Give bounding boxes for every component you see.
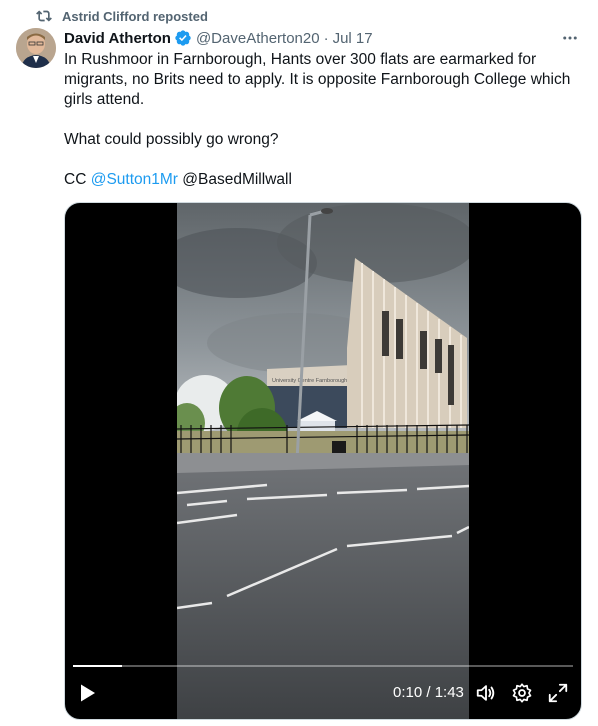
gear-icon <box>512 683 532 703</box>
author-name[interactable]: David Atherton <box>64 30 171 47</box>
mention-basedmillwall: @BasedMillwall <box>182 171 292 188</box>
fullscreen-icon <box>548 683 568 703</box>
tweet-paragraph-1: In Rushmoor in Farnborough, Hants over 3… <box>64 51 571 108</box>
video-progress-bar[interactable] <box>73 665 573 667</box>
building-sign: University Centre Farnborough <box>272 378 347 384</box>
verified-badge-icon <box>175 30 191 46</box>
video-frame[interactable]: University Centre Farnborough <box>177 203 469 719</box>
author-handle[interactable]: @DaveAtherton20 <box>196 30 320 47</box>
settings-button[interactable] <box>511 682 533 704</box>
tweet-paragraph-3: CC @Sutton1Mr @BasedMillwall <box>64 170 582 190</box>
play-icon <box>81 684 95 702</box>
repost-icon <box>36 10 52 22</box>
avatar[interactable] <box>16 28 56 68</box>
video-progress-fill <box>73 665 122 667</box>
volume-button[interactable] <box>475 682 497 704</box>
separator-dot: · <box>323 29 329 47</box>
volume-icon <box>476 685 495 701</box>
repost-indicator[interactable]: Astrid Clifford reposted <box>36 6 208 26</box>
repost-label: Astrid Clifford reposted <box>62 8 208 24</box>
video-controls: 0:10 / 1:43 <box>65 669 581 719</box>
tweet-paragraph-2: What could possibly go wrong? <box>64 131 279 148</box>
tweet-date[interactable]: Jul 17 <box>333 30 373 47</box>
more-options-button[interactable] <box>558 26 582 50</box>
more-icon <box>563 36 577 40</box>
tweet-header: David Atherton @DaveAtherton20 · Jul 17 <box>64 28 582 48</box>
fullscreen-button[interactable] <box>547 682 569 704</box>
tweet-text: In Rushmoor in Farnborough, Hants over 3… <box>64 50 582 190</box>
video-time: 0:10 / 1:43 <box>393 684 464 701</box>
video-player[interactable]: University Centre Farnborough 0:10 / 1:4… <box>64 202 582 720</box>
play-button[interactable] <box>75 681 99 705</box>
cc-prefix: CC <box>64 171 91 188</box>
mention-sutton1mr[interactable]: @Sutton1Mr <box>91 171 178 188</box>
